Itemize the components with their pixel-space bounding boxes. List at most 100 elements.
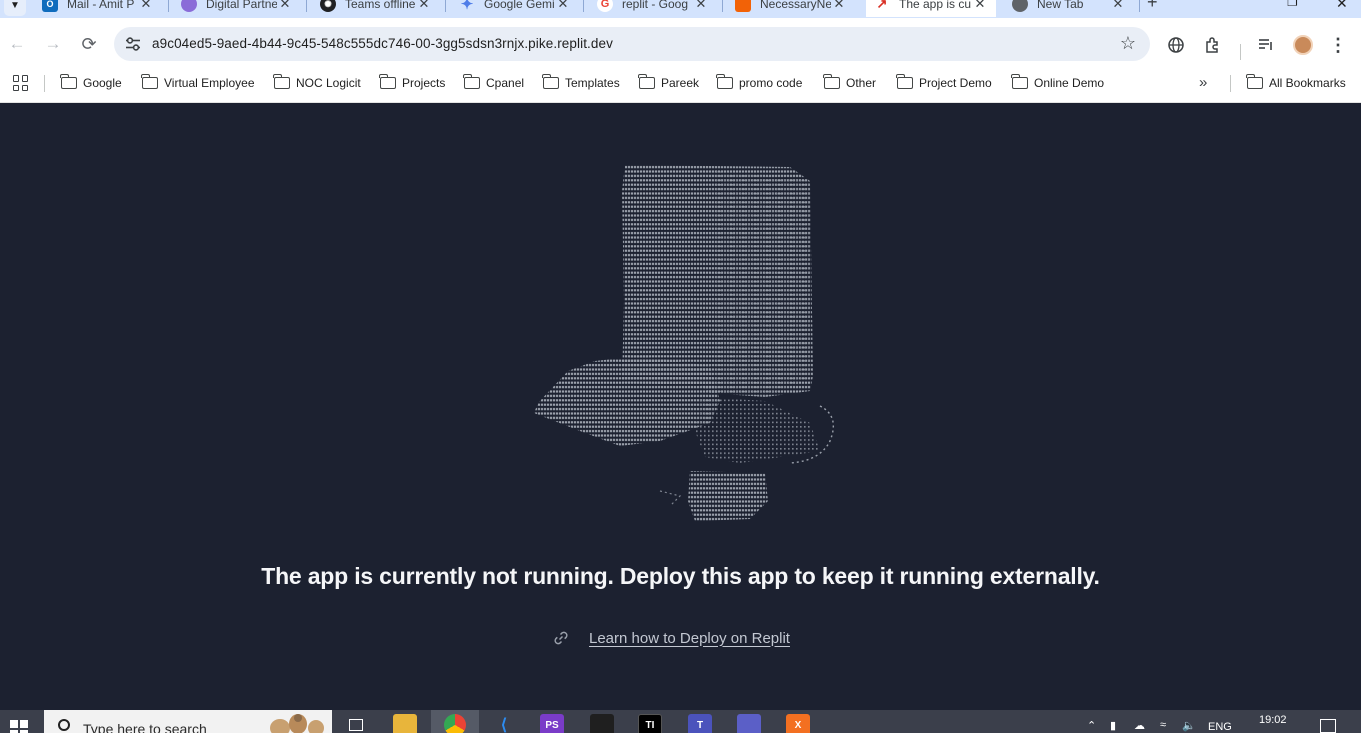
tab-app-not-running[interactable]: ↗ The app is cu ✕ — [866, 0, 996, 17]
reload-icon: ⟳ — [81, 33, 97, 54]
tab-teams-offline[interactable]: ✺ Teams offline ✕ — [312, 0, 440, 17]
bookmark-virtual-employee[interactable]: Virtual Employee — [141, 74, 255, 92]
tab-title: New Tab — [1037, 0, 1084, 11]
bookmark-online-demo[interactable]: Online Demo — [1011, 74, 1105, 92]
google-icon: G — [597, 0, 613, 12]
search-highlight-illustration — [270, 714, 324, 733]
close-window-button[interactable]: ✕ — [1336, 0, 1348, 12]
file-explorer-icon[interactable] — [393, 714, 417, 733]
bookmark-star-icon[interactable]: ☆ — [1120, 33, 1136, 54]
teams-icon[interactable]: T — [688, 714, 712, 733]
vscode-icon[interactable]: ⟨ — [492, 714, 516, 733]
bookmark-templates[interactable]: Templates — [542, 74, 620, 92]
bookmark-other[interactable]: Other — [823, 74, 876, 92]
translate-icon[interactable] — [1165, 34, 1187, 56]
close-icon[interactable]: ✕ — [277, 0, 293, 12]
bookmark-label: Cpanel — [486, 76, 525, 90]
bookmark-project-demo[interactable]: Project Demo — [896, 74, 992, 92]
more-bookmarks-button[interactable]: » — [1199, 74, 1207, 91]
reload-button[interactable]: ⟳ — [79, 34, 99, 54]
restore-icon: ❐ — [1287, 0, 1298, 9]
bookmark-promo-code[interactable]: promo code — [716, 74, 803, 92]
tab-strip: ▼ O Mail - Amit P ✕ Digital Partne ✕ ✺ T… — [0, 0, 1361, 18]
tab-title: replit - Goog — [622, 0, 689, 11]
tab-search-button[interactable]: ▼ — [4, 0, 26, 16]
chart-icon: ↗ — [876, 0, 888, 11]
apps-grid-icon[interactable] — [13, 75, 29, 91]
tab-digital-partner[interactable]: Digital Partne ✕ — [173, 0, 301, 17]
bookmark-label: Virtual Employee — [164, 76, 255, 90]
xampp-icon[interactable]: X — [786, 714, 810, 733]
taskbar-clock[interactable]: 19:02 — [1259, 714, 1287, 726]
bookmark-label: All Bookmarks — [1269, 76, 1346, 90]
bookmark-google[interactable]: Google — [60, 74, 122, 92]
close-icon[interactable]: ✕ — [831, 0, 847, 12]
chrome-taskbar-icon[interactable] — [431, 710, 479, 733]
bookmark-pareek[interactable]: Pareek — [638, 74, 700, 92]
close-icon[interactable]: ✕ — [1110, 0, 1126, 12]
battery-icon[interactable]: ▮ — [1110, 719, 1116, 732]
language-indicator[interactable]: ENG — [1208, 721, 1232, 733]
folder-icon — [638, 74, 655, 89]
phpstorm-icon[interactable]: PS — [540, 714, 564, 733]
site-info-icon[interactable] — [125, 36, 141, 52]
bookmark-noc-logicit[interactable]: NOC Logicit — [273, 74, 361, 92]
gemini-icon: ✦ — [460, 0, 474, 13]
kebab-menu-icon[interactable]: ⋮ — [1327, 34, 1349, 56]
tab-title: Digital Partne — [206, 0, 277, 11]
close-icon[interactable]: ✕ — [138, 0, 154, 12]
close-icon: ✕ — [1336, 0, 1348, 11]
bookmark-label: NOC Logicit — [296, 76, 361, 90]
bookmark-cpanel[interactable]: Cpanel — [463, 74, 525, 92]
tab-title: Google Gemi — [484, 0, 555, 11]
chrome-icon — [1012, 0, 1028, 12]
folder-icon — [141, 74, 158, 89]
folder-icon — [273, 74, 290, 89]
all-bookmarks-button[interactable]: All Bookmarks — [1246, 74, 1346, 92]
address-bar[interactable]: a9c04ed5-9aed-4b44-9c45-548c555dc746-00-… — [114, 27, 1150, 61]
notification-center-icon[interactable] — [1320, 719, 1336, 733]
deploy-link-row[interactable]: Learn how to Deploy on Replit — [552, 627, 790, 649]
close-icon[interactable]: ✕ — [972, 0, 988, 12]
back-button[interactable]: ← — [7, 34, 27, 54]
folder-icon — [463, 74, 480, 89]
ascii-art-illustration — [534, 165, 834, 521]
terminal-app-icon[interactable]: TI — [638, 714, 662, 733]
close-icon[interactable]: ✕ — [416, 0, 432, 12]
forward-button[interactable]: → — [43, 34, 63, 54]
bookmarks-bar: Google Virtual Employee NOC Logicit Proj… — [0, 70, 1361, 103]
bookmark-label: Online Demo — [1034, 76, 1105, 90]
media-control-icon[interactable] — [1255, 34, 1277, 56]
bookmark-label: Pareek — [661, 76, 700, 90]
volume-icon[interactable]: 🔈 — [1182, 719, 1196, 732]
arrow-right-icon: → — [44, 34, 62, 53]
bookmark-projects[interactable]: Projects — [379, 74, 445, 92]
restore-window-button[interactable]: ❐ — [1287, 0, 1298, 9]
learn-deploy-link[interactable]: Learn how to Deploy on Replit — [589, 630, 790, 647]
tab-replit-google[interactable]: G replit - Goog ✕ — [589, 0, 717, 17]
new-tab-button[interactable]: + — [1147, 0, 1158, 13]
close-icon[interactable]: ✕ — [693, 0, 709, 12]
folder-icon — [60, 74, 77, 89]
tab-google-gemini[interactable]: ✦ Google Gemi ✕ — [451, 0, 579, 17]
plus-icon: + — [1147, 0, 1158, 12]
tray-chevron-up-icon[interactable]: ⌃ — [1087, 719, 1096, 732]
tab-necessaryne[interactable]: NecessaryNe ✕ — [727, 0, 855, 17]
tab-new-tab[interactable]: New Tab ✕ — [1004, 0, 1134, 17]
windows-start-button[interactable] — [10, 720, 28, 733]
bookmark-label: promo code — [739, 76, 803, 90]
tab-mail[interactable]: O Mail - Amit P ✕ — [34, 0, 162, 17]
profile-avatar[interactable] — [1292, 34, 1314, 56]
github-desktop-icon[interactable] — [590, 714, 614, 733]
close-icon[interactable]: ✕ — [555, 0, 571, 12]
wifi-icon[interactable]: ≈ — [1160, 719, 1166, 731]
windows-taskbar: Type here to search ⟨ PS TI T X ⌃ ▮ ☁ ≈ … — [0, 710, 1361, 733]
onedrive-icon[interactable]: ☁ — [1134, 719, 1145, 732]
outlook-icon: O — [42, 0, 58, 12]
search-placeholder: Type here to search — [83, 721, 207, 733]
taskbar-search-box[interactable]: Type here to search — [44, 710, 332, 733]
task-view-icon[interactable] — [344, 714, 368, 733]
url-text[interactable]: a9c04ed5-9aed-4b44-9c45-548c555dc746-00-… — [152, 36, 613, 51]
teams-classic-icon[interactable] — [737, 714, 761, 733]
extensions-icon[interactable] — [1202, 34, 1224, 56]
